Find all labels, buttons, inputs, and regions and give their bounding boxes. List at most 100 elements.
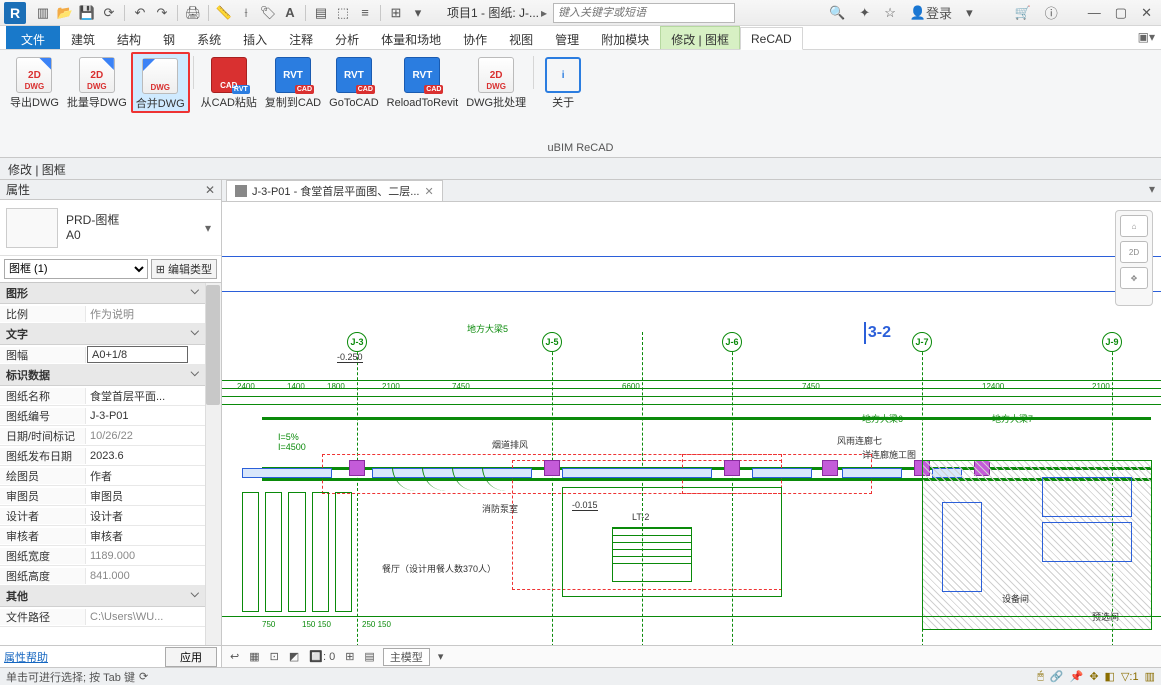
ribbon-panel: 2D 导出DWG 2D 批量导DWG 合并DWG RVT 从CAD粘贴 RVTC…: [0, 50, 1161, 158]
tab-analyze[interactable]: 分析: [324, 26, 370, 49]
sb-pin-icon[interactable]: 📌: [1070, 670, 1084, 683]
sb-link-icon[interactable]: 🔗: [1050, 670, 1064, 683]
tab-collaborate[interactable]: 协作: [452, 26, 498, 49]
nav-2d-icon[interactable]: 2D: [1120, 241, 1148, 263]
sb-highlight-icon[interactable]: ◧: [1105, 670, 1115, 683]
edit-type-button[interactable]: ⊞编辑类型: [151, 259, 217, 279]
merge-dwg-button[interactable]: 合并DWG: [131, 52, 190, 113]
tab-architecture[interactable]: 建筑: [60, 26, 106, 49]
qat-close-icon[interactable]: ⊞: [386, 3, 406, 23]
vc-dd-icon[interactable]: ▾: [436, 650, 446, 663]
goto-cad-button[interactable]: RVTCAD GoToCAD: [325, 52, 383, 113]
status-bar: 单击可进行选择; 按 Tab 键 ⟳ 🖱 🔗 📌 ✥ ◧ ▽:1 ▥: [0, 667, 1161, 685]
tab-steel[interactable]: 钢: [152, 26, 186, 49]
qat-dropdown-icon[interactable]: ▾: [408, 3, 428, 23]
reload-to-revit-button[interactable]: RVTCAD ReloadToRevit: [383, 52, 463, 113]
copy-to-cad-button[interactable]: RVTCAD 复制到CAD: [261, 52, 325, 113]
ribbon-panel-title: uBIM ReCAD: [0, 142, 1161, 154]
qat-folder-icon[interactable]: 📂: [55, 3, 75, 23]
ribbon-collapse-icon[interactable]: ▣▾: [1132, 26, 1161, 49]
dwg-export-icon: 2D: [16, 57, 52, 93]
window-close-icon[interactable]: ✕: [1137, 3, 1156, 23]
dwg-batch-button[interactable]: 2D DWG批处理: [462, 52, 530, 113]
document-tab[interactable]: J-3-P01 - 食堂首层平面图、二层... ✕: [226, 180, 443, 201]
property-filter-select[interactable]: 图框 (1): [4, 259, 148, 279]
window-restore-icon[interactable]: ▢: [1111, 3, 1131, 23]
qat-dim-icon[interactable]: ⟊: [236, 3, 256, 23]
prop-row: 审图员审图员: [0, 486, 205, 506]
tab-annotate[interactable]: 注释: [278, 26, 324, 49]
cat-other[interactable]: 其他⌵: [0, 586, 205, 607]
sb-tray-icon[interactable]: ▥: [1145, 670, 1155, 683]
sb-select-icon[interactable]: 🖱: [1037, 670, 1044, 683]
viewport[interactable]: 3-2 J-3 J-5 J-6 J-7 J-9 地方大梁5 地方大梁6 地方大梁…: [222, 202, 1161, 667]
vc-scale-icon[interactable]: ▦: [247, 650, 261, 663]
status-hint: 单击可进行选择; 按 Tab 键: [6, 669, 135, 685]
type-dropdown-icon[interactable]: ▾: [201, 221, 215, 235]
sb-drag-icon[interactable]: ✥: [1089, 670, 1098, 683]
app-logo[interactable]: R: [4, 2, 26, 24]
star-icon[interactable]: ☆: [880, 3, 900, 23]
qat-text-icon[interactable]: A: [280, 3, 300, 23]
qat-redo-icon[interactable]: ↷: [152, 3, 172, 23]
qat-open-icon[interactable]: ▥: [33, 3, 53, 23]
qat-section-icon[interactable]: ▤: [311, 3, 331, 23]
navigation-cube[interactable]: ⌂ 2D ✥: [1115, 210, 1153, 306]
tufu-input[interactable]: A0+1/8: [87, 346, 188, 363]
comm-icon[interactable]: ✦: [855, 3, 874, 23]
search-input[interactable]: [553, 3, 735, 23]
window-minimize-icon[interactable]: —: [1084, 3, 1105, 23]
properties-close-icon[interactable]: ✕: [205, 183, 215, 197]
tab-file[interactable]: 文件: [6, 26, 60, 49]
qat-more-icon[interactable]: ▾: [962, 3, 977, 23]
qat-sync-icon[interactable]: ⟳: [99, 3, 119, 23]
drawing-content: 3-2 J-3 J-5 J-6 J-7 J-9 地方大梁5 地方大梁6 地方大梁…: [222, 202, 1161, 667]
about-button[interactable]: i 关于: [537, 52, 589, 113]
batch-export-dwg-button[interactable]: 2D 批量导DWG: [63, 52, 131, 113]
vc-undo-icon[interactable]: ↩: [228, 650, 241, 663]
type-selector[interactable]: PRD-图框 A0 ▾: [0, 200, 221, 256]
apply-button[interactable]: 应用: [165, 647, 217, 667]
sb-filter-icon[interactable]: ▽:1: [1121, 670, 1139, 683]
cart-icon[interactable]: 🛒: [1011, 3, 1035, 23]
qat-undo-icon[interactable]: ↶: [130, 3, 150, 23]
vc-filter2-icon[interactable]: ▤: [362, 650, 376, 663]
export-dwg-button[interactable]: 2D 导出DWG: [6, 52, 63, 113]
doc-tab-menu-icon[interactable]: ▾: [1143, 180, 1161, 201]
vc-adjust-icon[interactable]: ◩: [287, 650, 301, 663]
tab-addins[interactable]: 附加模块: [590, 26, 660, 49]
tab-insert[interactable]: 插入: [232, 26, 278, 49]
tab-close-icon[interactable]: ✕: [424, 185, 433, 198]
vc-model-select[interactable]: 主模型: [383, 648, 430, 666]
cat-graphic[interactable]: 图形⌵: [0, 283, 205, 304]
qat-save-icon[interactable]: 💾: [77, 3, 97, 23]
nav-home-icon[interactable]: ⌂: [1120, 215, 1148, 237]
vc-crop-icon[interactable]: ⊡: [268, 650, 281, 663]
tab-systems[interactable]: 系统: [186, 26, 232, 49]
reload-revit-icon: RVTCAD: [404, 57, 440, 93]
vc-hidden-icon[interactable]: ⊞: [343, 650, 356, 663]
binoculars-icon[interactable]: 🔍: [825, 3, 849, 23]
tab-massing[interactable]: 体量和场地: [370, 26, 452, 49]
help-icon[interactable]: ⓘ: [1041, 3, 1062, 23]
user-icon[interactable]: 👤 登录: [906, 3, 956, 23]
tab-manage[interactable]: 管理: [544, 26, 590, 49]
qat-3d-icon[interactable]: ⬚: [333, 3, 353, 23]
qat-measure-icon[interactable]: 📏: [214, 3, 234, 23]
tab-modify[interactable]: 修改 | 图框: [660, 26, 740, 49]
rvt-copy-icon: RVTCAD: [275, 57, 311, 93]
cat-text[interactable]: 文字⌵: [0, 324, 205, 345]
vc-scale-label[interactable]: 🔲: 0: [307, 650, 337, 663]
cat-ident[interactable]: 标识数据⌵: [0, 365, 205, 386]
properties-scrollbar[interactable]: [205, 283, 221, 645]
tab-view[interactable]: 视图: [498, 26, 544, 49]
tab-recad[interactable]: ReCAD: [740, 27, 803, 50]
nav-pan-icon[interactable]: ✥: [1120, 267, 1148, 289]
qat-thin-icon[interactable]: ≡: [355, 3, 375, 23]
qat-tag-icon[interactable]: 🏷: [258, 3, 278, 23]
tab-structure[interactable]: 结构: [106, 26, 152, 49]
qat-print-icon[interactable]: 🖨: [183, 3, 203, 23]
properties-help-link[interactable]: 属性帮助: [4, 649, 48, 665]
dwg-batch-icon: 2D: [79, 57, 115, 93]
paste-from-cad-button[interactable]: RVT 从CAD粘贴: [197, 52, 261, 113]
